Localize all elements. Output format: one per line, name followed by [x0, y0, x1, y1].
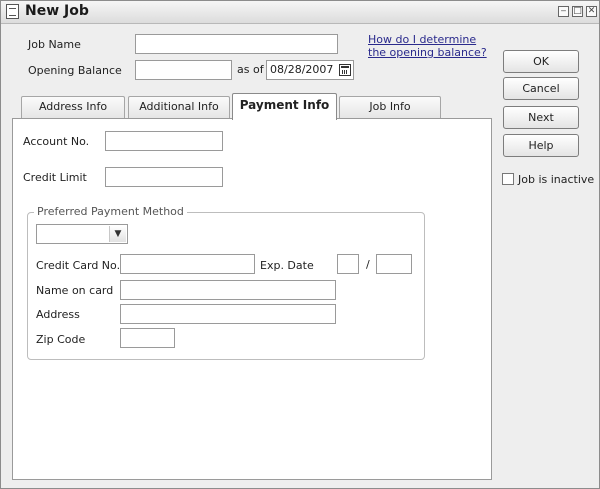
- minimize-icon[interactable]: ‒: [558, 6, 569, 17]
- credit-card-label: Credit Card No.: [36, 259, 121, 272]
- close-icon[interactable]: ✕: [586, 6, 597, 17]
- next-button[interactable]: Next: [503, 106, 579, 129]
- restore-icon[interactable]: □: [572, 6, 583, 17]
- job-inactive-checkbox[interactable]: [502, 173, 514, 185]
- tab-address-info[interactable]: Address Info: [21, 96, 125, 118]
- tab-additional-info[interactable]: Additional Info: [128, 96, 230, 118]
- preferred-payment-title: Preferred Payment Method: [34, 205, 187, 218]
- payment-method-select[interactable]: ▼: [36, 224, 128, 244]
- address-label: Address: [36, 308, 80, 321]
- credit-limit-field[interactable]: [105, 167, 223, 187]
- title-bar[interactable]: New Job ‒ □ ✕: [1, 1, 599, 24]
- new-job-window: New Job ‒ □ ✕ Job Name Opening Balance a…: [0, 0, 600, 489]
- account-no-field[interactable]: [105, 131, 223, 151]
- tab-payment-info[interactable]: Payment Info: [232, 93, 337, 120]
- account-no-label: Account No.: [23, 135, 90, 148]
- zip-code-field[interactable]: [120, 328, 175, 348]
- cancel-button[interactable]: Cancel: [503, 77, 579, 100]
- opening-balance-field[interactable]: [135, 60, 232, 80]
- exp-year-field[interactable]: [376, 254, 412, 274]
- name-on-card-field[interactable]: [120, 280, 336, 300]
- as-of-date-value: 08/28/2007: [270, 63, 334, 76]
- as-of-label: as of: [237, 63, 264, 76]
- job-inactive-label: Job is inactive: [518, 173, 595, 186]
- document-icon: [6, 4, 19, 19]
- name-on-card-label: Name on card: [36, 284, 114, 297]
- credit-card-field[interactable]: [120, 254, 255, 274]
- exp-date-label: Exp. Date: [260, 259, 314, 272]
- zip-code-label: Zip Code: [36, 333, 86, 346]
- opening-balance-help-link[interactable]: How do I determine the opening balance?: [368, 33, 488, 59]
- address-field[interactable]: [120, 304, 336, 324]
- exp-month-field[interactable]: [337, 254, 359, 274]
- job-name-label: Job Name: [28, 38, 81, 51]
- help-button[interactable]: Help: [503, 134, 579, 157]
- as-of-date-field[interactable]: 08/28/2007: [266, 60, 354, 80]
- tab-job-info[interactable]: Job Info: [339, 96, 441, 118]
- opening-balance-label: Opening Balance: [28, 64, 122, 77]
- job-name-field[interactable]: [135, 34, 338, 54]
- calendar-icon[interactable]: [339, 64, 351, 76]
- ok-button[interactable]: OK: [503, 50, 579, 73]
- window-title: New Job: [25, 3, 89, 19]
- chevron-down-icon[interactable]: ▼: [109, 226, 126, 242]
- exp-date-separator: /: [366, 258, 370, 271]
- credit-limit-label: Credit Limit: [23, 171, 87, 184]
